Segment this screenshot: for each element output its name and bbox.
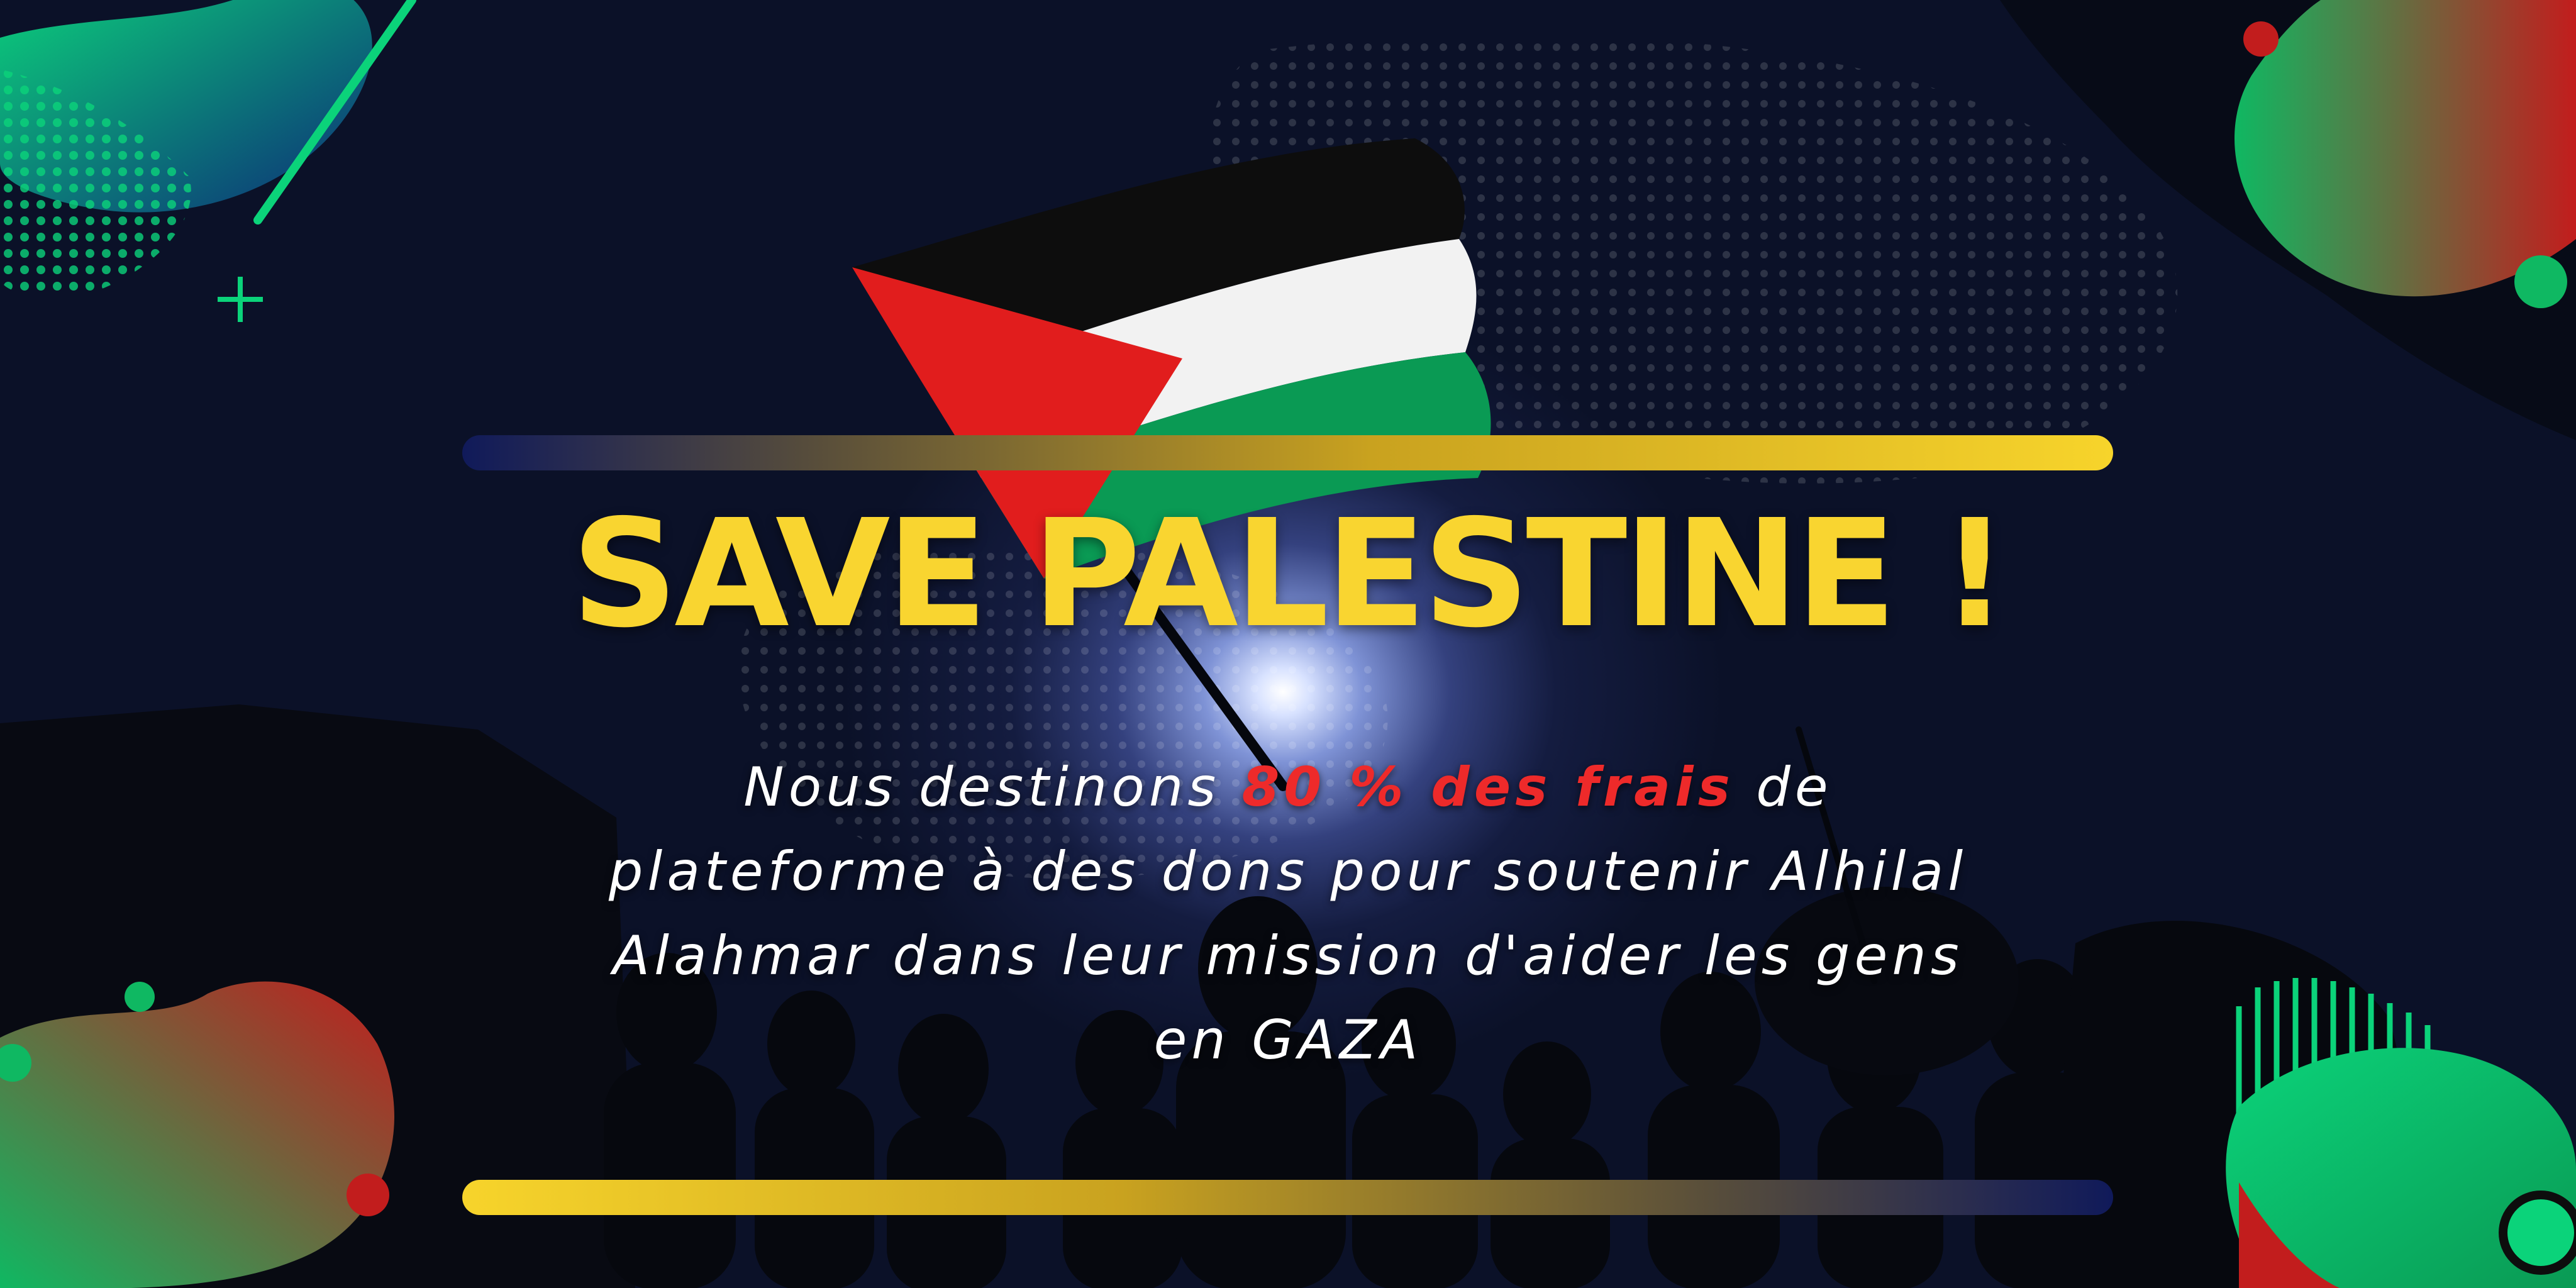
plus-icon (218, 277, 263, 322)
headline: SAVE PALESTINE ! (571, 487, 2008, 660)
bottom-divider-bar (462, 1180, 2113, 1215)
top-divider-bar (462, 435, 2113, 470)
message-text: Nous destinons 80 % des frais de platefo… (566, 745, 2010, 1082)
message-highlight: 80 % des frais (1241, 756, 1735, 819)
banner: SAVE PALESTINE ! Nous destinons 80 % des… (0, 0, 2576, 1288)
message-part-1: Nous destinons (743, 756, 1242, 819)
